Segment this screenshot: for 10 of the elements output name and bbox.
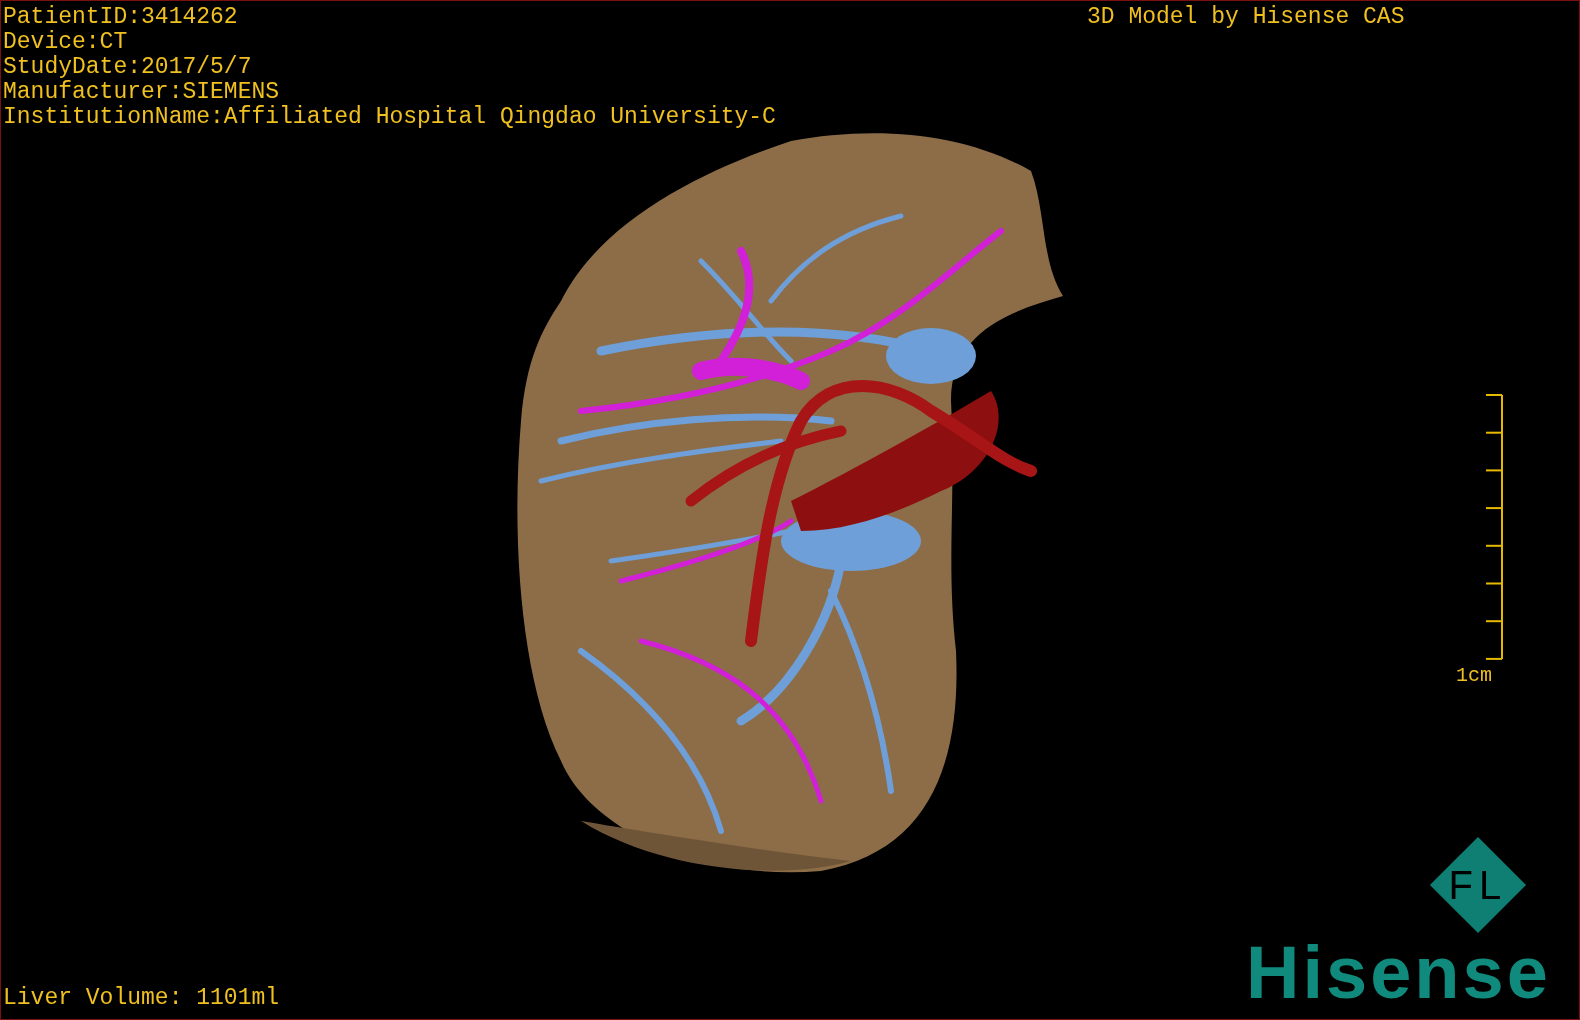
info-text: Device:CT <box>3 30 129 55</box>
model-title: 3D Model by Hisense CAS <box>1087 5 1405 30</box>
info-text: InstitutionName:Affiliated Hospital Qingdao University-C <box>3 105 776 130</box>
scale-label: 1cm <box>1456 663 1492 688</box>
logo-badge: FL <box>1429 836 1527 934</box>
info-text: PatientID:3414262 <box>3 5 239 30</box>
info-text: Manufacturer:SIEMENS <box>3 80 281 105</box>
logo-text: Hisense <box>1246 936 1551 1010</box>
info-text: StudyDate:2017/5/7 <box>3 55 253 80</box>
volume-text: Liver Volume: 1101ml <box>3 986 280 1011</box>
